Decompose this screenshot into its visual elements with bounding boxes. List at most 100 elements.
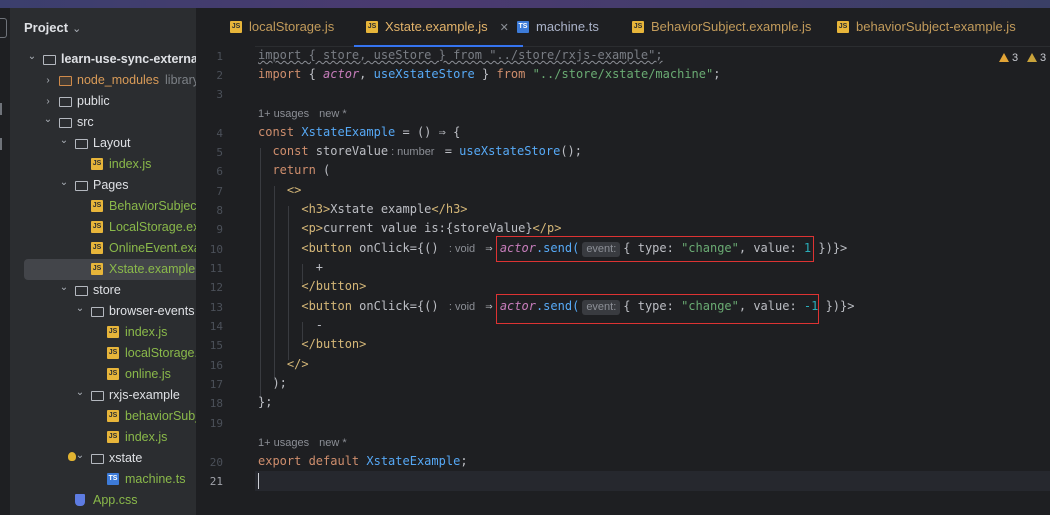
tree-item-label: xstate <box>109 451 143 465</box>
tool-icon[interactable] <box>0 138 8 150</box>
editor-tabs: JS localStorage.js JS Xstate.example.js ✕ TS m… <box>197 8 1050 47</box>
editor-tab[interactable]: TS machine.ts <box>517 8 599 46</box>
js-file-icon: JS <box>230 20 242 33</box>
tree-item[interactable]: JS behaviorSubj <box>10 406 196 427</box>
chevron-down-icon[interactable]: ⌄ <box>58 130 70 151</box>
tree-item-label: BehaviorSubject <box>109 199 196 213</box>
parameter-hint: event: <box>582 242 621 257</box>
js-file-icon: JS <box>366 20 378 33</box>
folder-icon <box>59 97 72 107</box>
line-number: 8 <box>216 204 223 217</box>
line-number: 20 <box>209 456 223 469</box>
js-file-icon: JS <box>107 368 119 380</box>
tree-item[interactable]: JS index.js <box>10 427 196 448</box>
ts-file-icon: TS <box>517 20 529 33</box>
tree-item[interactable]: JS BehaviorSubject <box>10 196 196 217</box>
tab-label: behaviorSubject-example.js <box>856 19 1016 34</box>
tree-item[interactable]: ⌄ rxjs-example <box>10 385 196 406</box>
tree-item[interactable]: ⌄ store <box>10 280 196 301</box>
chevron-down-icon[interactable]: ⌄ <box>74 382 86 403</box>
tree-item[interactable]: ⌄ Layout <box>10 133 196 154</box>
code-line-7: <> <box>258 183 302 197</box>
chevron-right-icon[interactable]: › <box>42 70 54 91</box>
tree-item-label: online.js <box>125 367 171 381</box>
code-line-4: const XstateExample = () ⇒ { <box>258 125 461 139</box>
tree-item[interactable]: JS online.js <box>10 364 196 385</box>
line-number: 13 <box>209 301 223 314</box>
tree-item[interactable]: ⌄ xstate <box>10 448 196 469</box>
folder-icon <box>75 286 88 296</box>
tree-item-label: OnlineEvent.exa <box>109 241 196 255</box>
line-number: 21 <box>209 475 223 488</box>
project-tool-icon[interactable] <box>0 18 7 38</box>
tree-item[interactable]: › public <box>10 91 196 112</box>
tree-item[interactable]: ⌄ src <box>10 112 196 133</box>
tree-item-label: index.js <box>125 430 168 444</box>
usages-link[interactable]: 1+ usages <box>258 437 309 449</box>
tree-item[interactable]: JS LocalStorage.ex <box>10 217 196 238</box>
code-line-14: - <box>258 318 324 332</box>
tree-item[interactable]: JS OnlineEvent.exa <box>10 238 196 259</box>
folder-icon <box>91 307 104 317</box>
js-file-icon: JS <box>107 410 119 422</box>
warning-indicator[interactable]: 3 <box>999 52 1018 64</box>
code-line-17: ); <box>258 376 287 390</box>
project-title-label: Project <box>24 20 69 35</box>
chevron-down-icon[interactable]: ⌄ <box>42 109 54 130</box>
tree-item[interactable]: ⌄ Pages <box>10 175 196 196</box>
chevron-down-icon[interactable]: ⌄ <box>58 172 70 193</box>
editor-tab[interactable]: JS BehaviorSubject.example.js <box>632 8 811 46</box>
js-file-icon: JS <box>107 326 119 338</box>
folder-icon <box>91 391 104 401</box>
chevron-down-icon: ⌄ <box>72 23 82 35</box>
close-icon[interactable]: ✕ <box>500 22 509 34</box>
tree-item[interactable]: JS index.js <box>10 322 196 343</box>
chevron-down-icon[interactable]: ⌄ <box>58 277 70 298</box>
project-panel-title[interactable]: Project ⌄ <box>24 20 81 35</box>
code-line-6: return ( <box>258 163 331 177</box>
code-line-11: + <box>258 260 324 274</box>
editor-tab[interactable]: JS Xstate.example.js ✕ <box>354 8 523 47</box>
usages-hint[interactable]: 1+ usages new * <box>258 437 357 449</box>
tree-item[interactable]: ⌄ browser-events <box>10 301 196 322</box>
lightbulb-icon[interactable] <box>68 452 76 461</box>
chevron-down-icon[interactable]: ⌄ <box>26 46 38 67</box>
weak-warning-indicator[interactable]: 3 <box>1027 52 1046 64</box>
tool-icon[interactable] <box>0 103 8 115</box>
usages-link[interactable]: 1+ usages <box>258 108 309 120</box>
line-number: 9 <box>216 223 223 236</box>
editor-tab[interactable]: JS localStorage.js <box>230 8 334 46</box>
ts-file-icon: TS <box>107 473 119 485</box>
tree-item[interactable]: JS localStorage. <box>10 343 196 364</box>
tree-item-label: index.js <box>125 325 168 339</box>
line-number: 4 <box>216 127 223 140</box>
usages-hint[interactable]: 1+ usages new * <box>258 108 357 120</box>
tree-item[interactable]: ⌄ learn-use-sync-external <box>10 49 196 70</box>
js-file-icon: JS <box>91 200 103 212</box>
tree-item[interactable]: App.css <box>10 490 196 511</box>
type-hint: : number <box>391 146 435 158</box>
tree-item[interactable]: JS Xstate.example. <box>24 259 196 280</box>
text-caret <box>258 473 259 489</box>
weak-warning-icon <box>1027 53 1037 62</box>
warning-count: 3 <box>1012 52 1019 64</box>
line-number: 6 <box>216 165 223 178</box>
code-line-10: <button onClick={() : void ⇒ actor.send(… <box>258 239 847 258</box>
tree-item-label: rxjs-example <box>109 388 180 402</box>
code-line-8: <h3>Xstate example</h3> <box>258 202 468 216</box>
code-line-12: </button> <box>258 279 367 293</box>
line-number: 17 <box>209 378 223 391</box>
chevron-down-icon[interactable]: ⌄ <box>74 298 86 319</box>
js-file-icon: JS <box>632 20 644 33</box>
tree-item[interactable]: › node_moduleslibrary root <box>10 70 196 91</box>
tree-item-label: behaviorSubj <box>125 409 196 423</box>
tree-item-label: machine.ts <box>125 472 186 486</box>
editor-tab[interactable]: JS behaviorSubject-example.js <box>837 8 1016 46</box>
line-number: 19 <box>209 417 223 430</box>
tree-item[interactable]: JS index.js <box>10 154 196 175</box>
line-number: 11 <box>209 262 223 275</box>
js-file-icon: JS <box>91 221 103 233</box>
tree-item[interactable]: TS machine.ts <box>10 469 196 490</box>
code-line-18: }; <box>258 395 273 409</box>
tree-item-label: Xstate.example. <box>109 262 196 276</box>
